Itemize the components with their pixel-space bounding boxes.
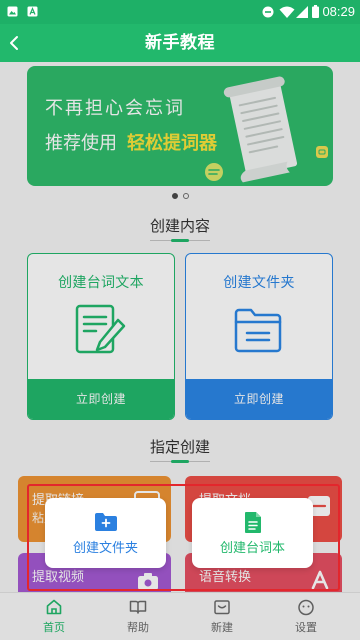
signal-icon [296, 6, 308, 18]
folder-plus-icon [94, 513, 117, 531]
app-header: 新手教程 [0, 24, 360, 62]
status-bar: 08:29 [0, 0, 360, 24]
screen: 08:29 新手教程 不再担心会忘词 推荐使用 轻松提词器 创建内容 创建台词文… [0, 0, 360, 640]
chevron-left-icon [10, 36, 18, 50]
popup-label: 创建台词本 [219, 540, 285, 555]
create-script-button[interactable]: 创建台词本 [192, 498, 313, 568]
back-button[interactable] [3, 31, 27, 55]
image-notification-icon [7, 6, 18, 17]
clock: 08:29 [322, 4, 355, 19]
wifi-icon [279, 6, 295, 18]
text-notification-icon [27, 6, 38, 17]
document-filled-icon [244, 512, 261, 533]
do-not-disturb-icon [262, 6, 274, 18]
popup-label: 创建文件夹 [72, 540, 138, 555]
battery-icon [312, 5, 319, 18]
create-folder-button[interactable]: 创建文件夹 [45, 498, 166, 568]
page-title: 新手教程 [145, 33, 215, 52]
